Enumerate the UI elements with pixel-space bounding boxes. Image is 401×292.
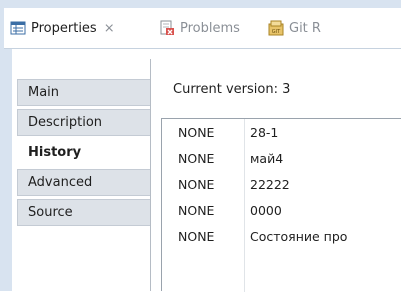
section-tab-advanced[interactable]: Advanced xyxy=(17,169,151,196)
user-cell: NONE xyxy=(178,150,215,166)
git-repositories-icon: GIT xyxy=(268,20,284,36)
properties-view: Properties ⨯ Problems GIT Git R Main Des… xyxy=(0,0,401,292)
tab-problems[interactable]: Problems xyxy=(159,8,240,48)
section-tabs: Main Description History Advanced Source xyxy=(17,79,151,229)
properties-icon xyxy=(10,20,26,36)
section-list-top xyxy=(17,59,151,77)
section-tab-history[interactable]: History xyxy=(17,139,151,166)
svg-text:GIT: GIT xyxy=(272,29,281,35)
comment-cell: май4 xyxy=(250,150,284,166)
problems-icon xyxy=(159,20,175,36)
user-cell: NONE xyxy=(178,202,215,218)
section-divider xyxy=(150,59,151,291)
table-row[interactable]: NONE май4 xyxy=(162,145,401,171)
history-table[interactable]: NONE 28-1 NONE май4 NONE 22222 NONE 0000… xyxy=(161,118,401,292)
comment-cell: 28-1 xyxy=(250,124,279,140)
table-row[interactable]: NONE 22222 xyxy=(162,171,401,197)
tab-label: Git R xyxy=(289,20,321,36)
section-tab-main[interactable]: Main xyxy=(17,79,151,106)
user-cell: NONE xyxy=(178,176,215,192)
view-tab-bar: Properties ⨯ Problems GIT Git R xyxy=(4,8,401,49)
table-row[interactable]: NONE Состояние про xyxy=(162,223,401,249)
close-icon[interactable]: ⨯ xyxy=(104,21,115,36)
tab-label: Properties xyxy=(31,20,97,36)
comment-cell: 0000 xyxy=(250,202,282,218)
tab-label: Problems xyxy=(180,20,240,36)
section-tab-description[interactable]: Description xyxy=(17,109,151,136)
table-row[interactable]: NONE 28-1 xyxy=(162,119,401,145)
current-version-label: Current version: 3 xyxy=(173,82,291,97)
comment-cell: 22222 xyxy=(250,176,290,192)
section-tab-source[interactable]: Source xyxy=(17,199,151,226)
user-cell: NONE xyxy=(178,124,215,140)
tab-git-repositories[interactable]: GIT Git R xyxy=(268,8,321,48)
table-row[interactable]: NONE 0000 xyxy=(162,197,401,223)
tab-properties[interactable]: Properties ⨯ xyxy=(10,8,115,48)
comment-cell: Состояние про xyxy=(250,228,348,244)
user-cell: NONE xyxy=(178,228,215,244)
